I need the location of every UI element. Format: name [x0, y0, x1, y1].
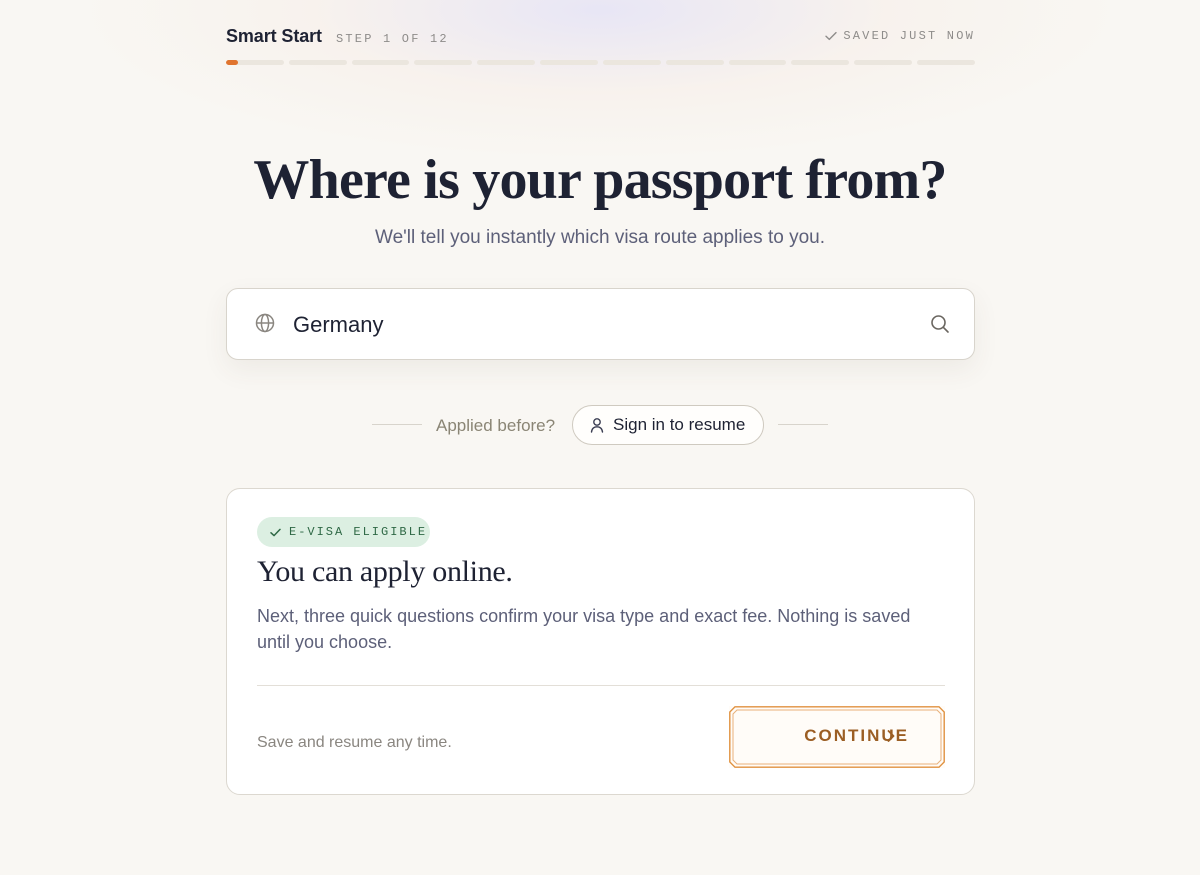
step-progress-bar	[226, 60, 975, 65]
search-icon[interactable]	[930, 314, 950, 334]
eligibility-description: Next, three quick questions confirm your…	[257, 606, 911, 652]
page-title: Where is your passport from?	[253, 149, 947, 211]
check-icon	[825, 31, 838, 41]
progress-segment	[665, 60, 724, 65]
save-resume-note: Save and resume any time.	[257, 734, 452, 751]
progress-fill	[226, 60, 238, 65]
country-search-box[interactable]	[226, 288, 975, 360]
progress-segment	[477, 60, 536, 65]
divider-line-right	[778, 424, 828, 425]
chevron-right-icon	[887, 730, 895, 742]
progress-segment	[917, 60, 975, 65]
continue-button[interactable]: CONTINUE	[729, 706, 945, 768]
check-icon	[270, 528, 281, 536]
eligibility-badge-label: E-VISA ELIGIBLE	[289, 525, 428, 539]
progress-segment	[854, 60, 913, 65]
user-icon	[590, 418, 604, 433]
progress-segment	[602, 60, 661, 65]
applied-before-label: Applied before?	[436, 416, 556, 435]
progress-segment	[351, 60, 410, 65]
progress-segment	[288, 60, 347, 65]
globe-icon	[255, 313, 275, 333]
divider-line-left	[372, 424, 422, 425]
progress-segment	[414, 60, 473, 65]
progress-segment	[791, 60, 850, 65]
progress-segment	[540, 60, 598, 65]
country-search-input[interactable]	[293, 309, 853, 341]
step-indicator: STEP 1 OF 12	[336, 32, 449, 46]
sign-in-resume-label: Sign in to resume	[613, 415, 746, 434]
eligibility-badge: E-VISA ELIGIBLE	[257, 517, 430, 547]
continue-label: CONTINUE	[804, 726, 909, 745]
top-bar: Smart Start STEP 1 OF 12 SAVED JUST NOW	[226, 26, 975, 48]
progress-segment	[226, 60, 284, 65]
card-divider	[257, 685, 945, 686]
page-subtitle: We'll tell you instantly which visa rout…	[375, 227, 825, 248]
eligibility-title: You can apply online.	[257, 555, 513, 588]
progress-segment	[728, 60, 787, 65]
sign-in-resume-button[interactable]: Sign in to resume	[572, 405, 764, 445]
save-status: SAVED JUST NOW	[825, 29, 975, 43]
brand-name: Smart Start	[226, 26, 322, 46]
resume-row: Applied before? Sign in to resume	[372, 405, 828, 445]
save-status-label: SAVED JUST NOW	[843, 29, 975, 43]
eligibility-card: E-VISA ELIGIBLE You can apply online. Ne…	[226, 488, 975, 795]
